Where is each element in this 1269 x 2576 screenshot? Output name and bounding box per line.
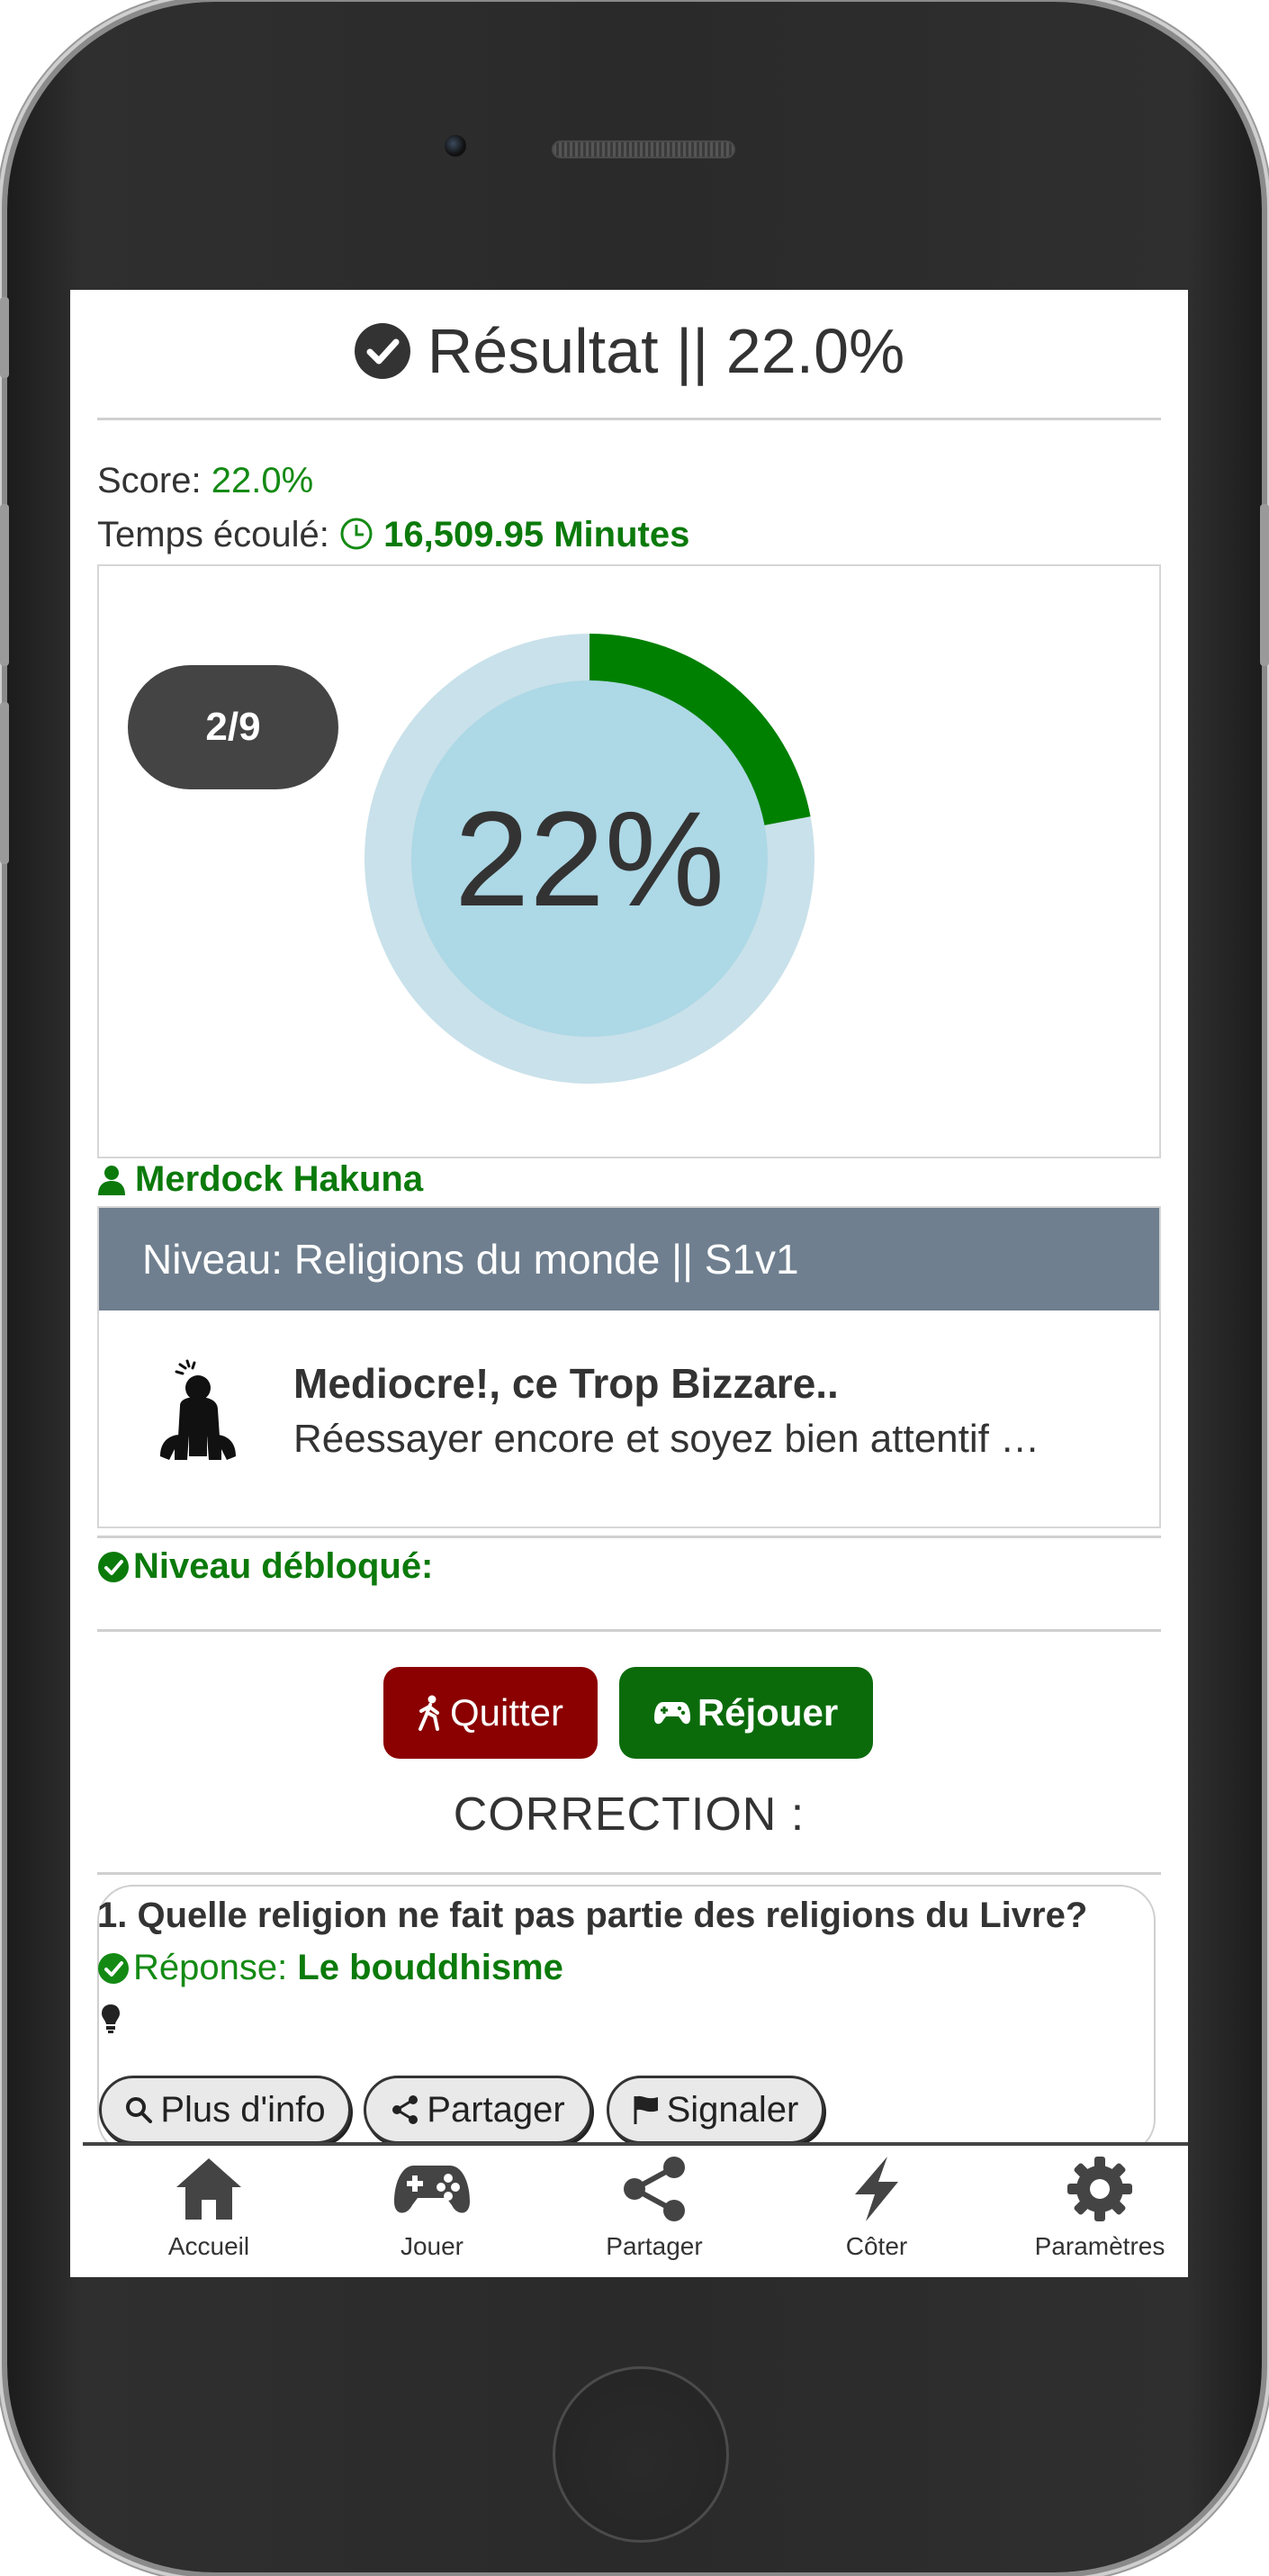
score-label: Score: <box>97 461 202 500</box>
mute-switch <box>0 297 9 378</box>
share-icon <box>392 2095 418 2124</box>
time-line: Temps écoulé: 16,509.95 Minutes <box>97 515 689 555</box>
nav-label-rate: Côter <box>845 2232 908 2260</box>
unlocked-level-line: Niveau débloqué: <box>97 1546 433 1587</box>
bolt-icon <box>855 2157 898 2221</box>
nav-item-share[interactable]: Partager <box>564 2155 744 2261</box>
progress-panel: 2/9 22% <box>97 564 1161 1158</box>
unlocked-label: Niveau débloqué: <box>133 1546 434 1586</box>
nav-label-play: Jouer <box>400 2232 464 2260</box>
report-question-label: Signaler <box>666 2089 799 2130</box>
question-counter-badge: 2/9 <box>128 665 338 789</box>
nav-label-settings: Paramètres <box>1034 2232 1166 2260</box>
unlocked-divider <box>97 1629 1161 1632</box>
home-icon <box>176 2158 241 2220</box>
report-question-button[interactable]: Signaler <box>607 2076 824 2144</box>
verdict-title: Mediocre!, ce Trop Bizzare.. <box>293 1360 839 1407</box>
frustrated-person-icon <box>160 1359 236 1460</box>
level-card: Niveau: Religions du monde || S1v1 Medio… <box>97 1206 1161 1528</box>
answer-line: Réponse: Le bouddhisme <box>97 1948 563 1988</box>
bottom-navigation: Accueil Jouer Partager Côter Paramètres <box>83 2142 1188 2277</box>
replay-button-label: Réjouer <box>697 1691 839 1734</box>
lightbulb-icon <box>102 2004 120 2033</box>
correction-divider <box>97 1872 1161 1875</box>
more-info-label: Plus d'info <box>160 2089 326 2130</box>
nav-item-settings[interactable]: Paramètres <box>1010 2155 1188 2261</box>
page-title-text: Résultat || 22.0% <box>427 316 905 386</box>
flag-icon <box>634 2095 658 2124</box>
replay-button[interactable]: Réjouer <box>619 1667 873 1759</box>
answer-value: Le bouddhisme <box>297 1948 563 1987</box>
quit-button[interactable]: Quitter <box>383 1667 598 1759</box>
check-circle-icon <box>98 1952 129 1984</box>
time-label: Temps écoulé: <box>97 515 329 554</box>
quit-button-label: Quitter <box>449 1691 564 1734</box>
nav-label-home: Accueil <box>167 2232 250 2260</box>
gamepad-icon <box>653 1702 690 1725</box>
nav-item-rate[interactable]: Côter <box>787 2155 967 2261</box>
user-name: Merdock Hakuna <box>135 1159 424 1199</box>
level-header: Niveau: Religions du monde || S1v1 <box>99 1208 1159 1311</box>
level-divider <box>97 1536 1161 1538</box>
gear-icon <box>1067 2157 1132 2221</box>
share-question-label: Partager <box>427 2089 565 2130</box>
nav-item-play[interactable]: Jouer <box>342 2155 522 2261</box>
verdict-text: Réessayer encore et soyez bien attentif … <box>293 1417 1040 1461</box>
answer-label: Réponse: <box>133 1948 288 1987</box>
check-circle-icon <box>354 323 410 379</box>
walking-person-icon <box>418 1695 439 1731</box>
page-title: Résultat || 22.0% <box>97 315 1161 387</box>
share-question-button[interactable]: Partager <box>364 2076 592 2144</box>
score-line: Score: 22.0% <box>97 461 313 501</box>
nav-item-home[interactable]: Accueil <box>119 2155 299 2261</box>
clock-icon <box>340 518 373 550</box>
earpiece-speaker <box>552 140 735 158</box>
check-circle-icon <box>98 1551 129 1582</box>
correction-title: CORRECTION : <box>453 1788 806 1841</box>
front-camera <box>445 135 466 157</box>
search-icon <box>126 2097 153 2123</box>
score-donut: 22% <box>364 634 814 1084</box>
question-text: 1. Quelle religion ne fait pas partie de… <box>97 1896 1088 1935</box>
home-hardware-button[interactable] <box>553 2366 729 2543</box>
time-value: 16,509.95 Minutes <box>383 515 690 554</box>
volume-up-button <box>0 504 9 666</box>
app-screen: Résultat || 22.0% Score: 22.0% Temps éco… <box>70 290 1188 2277</box>
title-divider <box>97 418 1161 420</box>
gamepad-icon <box>394 2166 470 2213</box>
donut-percent-label: 22% <box>454 783 724 934</box>
share-icon <box>624 2157 685 2221</box>
power-button <box>1260 504 1269 666</box>
score-value: 22.0% <box>211 461 314 500</box>
volume-down-button <box>0 702 9 864</box>
more-info-button[interactable]: Plus d'info <box>99 2076 351 2144</box>
nav-label-share: Partager <box>606 2232 703 2260</box>
user-name-line: Merdock Hakuna <box>97 1159 423 1200</box>
user-icon <box>98 1165 125 1195</box>
